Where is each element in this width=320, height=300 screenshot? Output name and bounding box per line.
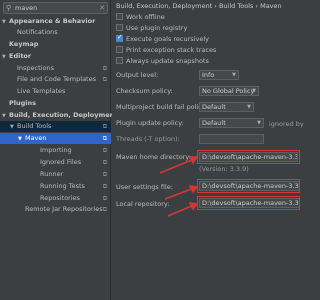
tree-item-ignored-files[interactable]: Ignored Files ⧉ xyxy=(0,157,111,168)
tree-item-remote-jar-repositories[interactable]: Remote Jar Repositories ⧉ xyxy=(0,204,111,215)
multiproject-fail-policy-select[interactable]: Default ▼ xyxy=(199,102,254,112)
always-update-snapshots-checkbox[interactable]: Always update snapshots xyxy=(116,56,209,66)
tree-item-build-tools[interactable]: ▼ Build Tools ⧉ xyxy=(0,121,111,132)
breadcrumb: Build, Execution, Deployment › Build Too… xyxy=(116,2,282,10)
threads-input[interactable] xyxy=(199,134,264,144)
checkbox-label: Execute goals recursively xyxy=(126,35,209,43)
copy-icon: ⧉ xyxy=(102,123,107,130)
maven-home-label: Maven home directory: xyxy=(116,153,191,161)
tree-item-maven[interactable]: ▼ Maven ⧉ xyxy=(0,133,111,144)
output-level-label: Output level: xyxy=(116,71,159,79)
annotation-box-local-repo xyxy=(197,196,300,210)
checkbox-label: Print exception stack traces xyxy=(126,46,217,54)
checkbox-label: Work offline xyxy=(126,13,165,21)
copy-icon: ⧉ xyxy=(102,171,107,178)
tree-item-importing[interactable]: Importing ⧉ xyxy=(0,145,111,156)
expand-arrow-icon[interactable]: ▼ xyxy=(18,134,25,145)
checksum-policy-select[interactable]: No Global Policy ▼ xyxy=(199,86,259,96)
local-repository-label: Local repository: xyxy=(116,200,170,208)
tree-item-plugins[interactable]: Plugins xyxy=(0,98,111,109)
checkbox-box[interactable] xyxy=(116,12,123,20)
copy-icon: ⧉ xyxy=(102,147,107,154)
tree-item-label: Ignored Files xyxy=(40,158,82,166)
search-text: maven xyxy=(15,4,38,12)
plugin-update-hint: ignored by xyxy=(269,120,304,128)
tree-item-label: Build Tools xyxy=(17,122,52,130)
tree-item-label: Inspections xyxy=(17,64,54,72)
copy-icon: ⧉ xyxy=(102,195,107,202)
chevron-down-icon: ▼ xyxy=(252,88,256,94)
maven-version-text: (Version: 3.3.9) xyxy=(199,165,249,173)
tree-item-inspections[interactable]: Inspections ⧉ xyxy=(0,63,111,74)
tree-item-label: File and Code Templates xyxy=(17,75,96,83)
tree-item-keymap[interactable]: Keymap xyxy=(0,39,111,50)
chevron-down-icon: ▼ xyxy=(247,104,251,110)
copy-icon: ⧉ xyxy=(102,159,107,166)
select-value: Default xyxy=(202,103,226,111)
checkbox-label: Always update snapshots xyxy=(126,57,209,65)
copy-icon: ⧉ xyxy=(102,76,107,83)
tree-item-label: Plugins xyxy=(9,99,36,107)
threads-label: Threads (-T option): xyxy=(116,135,180,143)
clear-search-icon[interactable]: ✕ xyxy=(99,4,105,12)
tree-item-running-tests[interactable]: Running Tests ⧉ xyxy=(0,181,111,192)
tree-item-label: Keymap xyxy=(9,40,39,48)
checkbox-box[interactable] xyxy=(116,45,123,53)
checkbox-box[interactable] xyxy=(116,33,123,42)
settings-tree-panel: ⚲ maven ✕ ▼ Appearance & Behavior Notific… xyxy=(0,0,117,300)
tree-item-label: Build, Execution, Deployment xyxy=(9,111,118,119)
use-plugin-registry-checkbox[interactable]: Use plugin registry xyxy=(116,23,188,33)
search-icon: ⚲ xyxy=(6,4,12,12)
multiproject-fail-policy-label: Multiproject build fail policy: xyxy=(116,103,208,111)
tree-item-label: Live Templates xyxy=(17,87,66,95)
copy-icon: ⧉ xyxy=(102,65,107,72)
annotation-box-user-settings xyxy=(197,179,300,193)
work-offline-checkbox[interactable]: Work offline xyxy=(116,12,165,22)
select-value: Info xyxy=(202,71,215,79)
checkbox-box[interactable] xyxy=(116,23,123,31)
select-value: Default xyxy=(202,119,226,127)
tree-item-appearance-behavior[interactable]: ▼ Appearance & Behavior xyxy=(0,16,111,27)
tree-item-label: Repositories xyxy=(40,194,80,202)
tree-item-runner[interactable]: Runner ⧉ xyxy=(0,169,111,180)
tree-item-label: Editor xyxy=(9,52,32,60)
tree-item-label: Maven xyxy=(25,134,47,142)
tree-item-label: Importing xyxy=(40,146,72,154)
plugin-update-policy-label: Plugin update policy: xyxy=(116,119,184,127)
chevron-down-icon: ▼ xyxy=(232,72,236,78)
copy-icon: ⧉ xyxy=(102,183,107,190)
tree-item-label: Appearance & Behavior xyxy=(9,17,96,25)
tree-item-label: Runner xyxy=(40,170,64,178)
output-level-select[interactable]: Info ▼ xyxy=(199,70,239,80)
tree-item-repositories[interactable]: Repositories ⧉ xyxy=(0,193,111,204)
expand-arrow-icon[interactable]: ▼ xyxy=(10,122,17,133)
tree-item-build-execution-deployment[interactable]: ▼ Build, Execution, Deployment xyxy=(0,110,117,121)
annotation-box-maven-home xyxy=(197,150,300,164)
execute-goals-recursively-checkbox[interactable]: Execute goals recursively xyxy=(116,33,209,44)
plugin-update-policy-select[interactable]: Default ▼ xyxy=(199,118,264,128)
user-settings-label: User settings file: xyxy=(116,183,173,191)
tree-item-label: Notifications xyxy=(17,28,58,36)
tree-item-label: Remote Jar Repositories xyxy=(25,205,103,213)
tree-item-label: Running Tests xyxy=(40,182,85,190)
select-value: No Global Policy xyxy=(202,87,255,95)
copy-icon: ⧉ xyxy=(102,135,107,142)
copy-icon: ⧉ xyxy=(102,206,107,213)
checkbox-label: Use plugin registry xyxy=(126,24,188,32)
checkbox-box[interactable] xyxy=(116,56,123,64)
tree-item-file-code-templates[interactable]: File and Code Templates ⧉ xyxy=(0,74,111,85)
tree-item-notifications[interactable]: Notifications xyxy=(0,27,111,38)
print-exception-stack-traces-checkbox[interactable]: Print exception stack traces xyxy=(116,45,217,55)
checksum-policy-label: Checksum policy: xyxy=(116,87,173,95)
tree-item-live-templates[interactable]: Live Templates xyxy=(0,86,111,97)
chevron-down-icon: ▼ xyxy=(257,120,261,126)
settings-search-input[interactable]: ⚲ maven ✕ xyxy=(3,2,108,14)
expand-arrow-icon[interactable]: ▼ xyxy=(2,52,9,63)
tree-item-editor[interactable]: ▼ Editor xyxy=(0,51,111,62)
